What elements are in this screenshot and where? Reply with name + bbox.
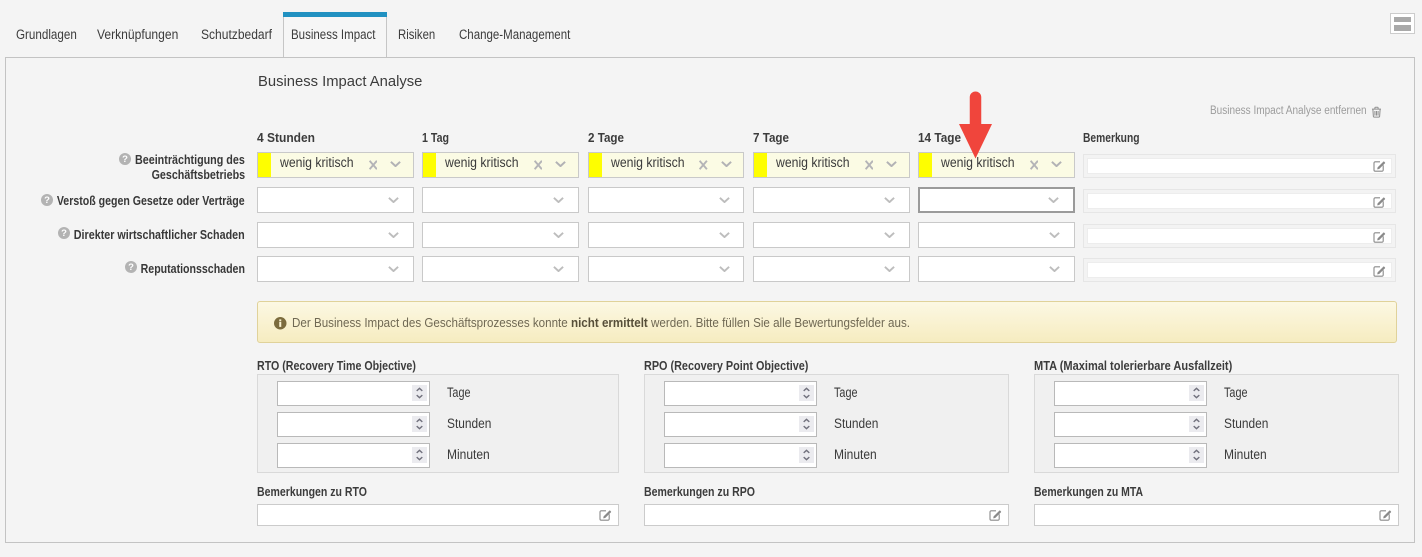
svg-text:?: ?: [122, 154, 128, 165]
svg-text:?: ?: [61, 228, 67, 239]
svg-text:?: ?: [128, 262, 134, 273]
svg-text:?: ?: [44, 195, 50, 206]
